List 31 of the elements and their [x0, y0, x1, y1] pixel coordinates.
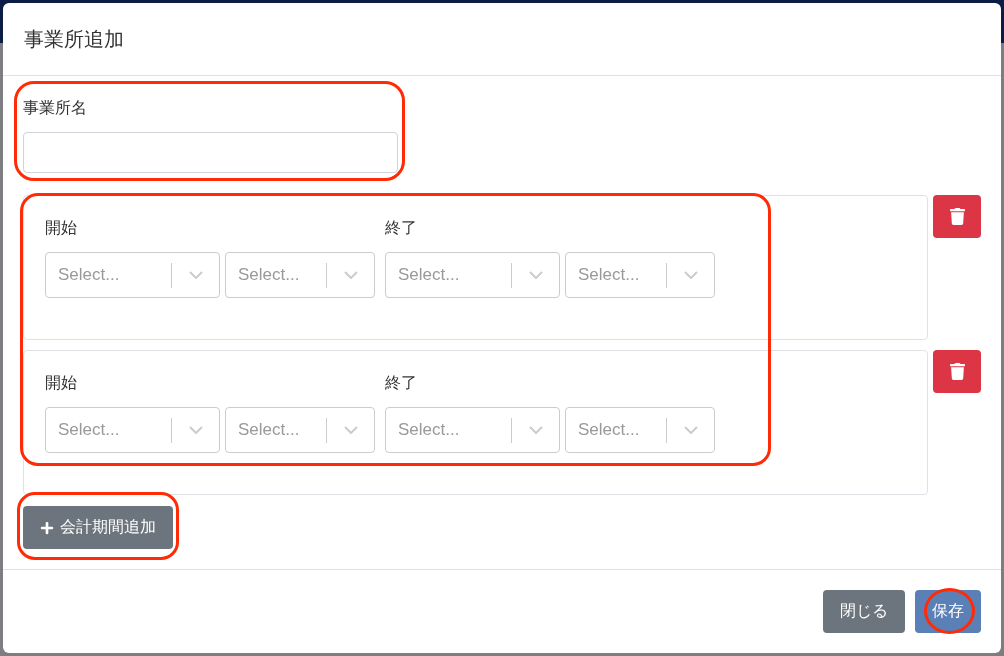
footer-button[interactable]: 閉じる [823, 590, 905, 633]
footer-button[interactable]: 保存 [915, 590, 981, 633]
name-input[interactable] [23, 132, 398, 173]
chevron-down-icon [343, 271, 358, 279]
select-field[interactable]: Select... [385, 252, 560, 298]
select-field[interactable]: Select... [45, 252, 220, 298]
chevron-down-icon [343, 426, 358, 434]
select-field[interactable]: Select... [565, 252, 715, 298]
dialog-title: 事業所追加 [24, 27, 124, 51]
delete-button[interactable] [933, 350, 981, 393]
delete-button[interactable] [933, 195, 981, 238]
field-label: 終了 [385, 373, 417, 393]
chevron-down-icon [528, 271, 543, 279]
select-field[interactable]: Select... [225, 407, 375, 453]
add-period-button[interactable]: 会計期間追加 [23, 506, 173, 549]
chevron-down-icon [683, 271, 698, 279]
field-label: 事業所名 [23, 98, 87, 118]
select-field[interactable]: Select... [225, 252, 375, 298]
chevron-down-icon [683, 426, 698, 434]
field-label: 開始 [45, 218, 77, 238]
select-field[interactable]: Select... [565, 407, 715, 453]
trash-icon [949, 363, 965, 380]
select-field[interactable]: Select... [385, 407, 560, 453]
chevron-down-icon [188, 271, 203, 279]
select-field[interactable]: Select... [45, 407, 220, 453]
trash-icon [949, 208, 965, 225]
plus-icon [40, 520, 54, 535]
chevron-down-icon [528, 426, 543, 434]
field-label: 開始 [45, 373, 77, 393]
field-label: 終了 [385, 218, 417, 238]
chevron-down-icon [188, 426, 203, 434]
